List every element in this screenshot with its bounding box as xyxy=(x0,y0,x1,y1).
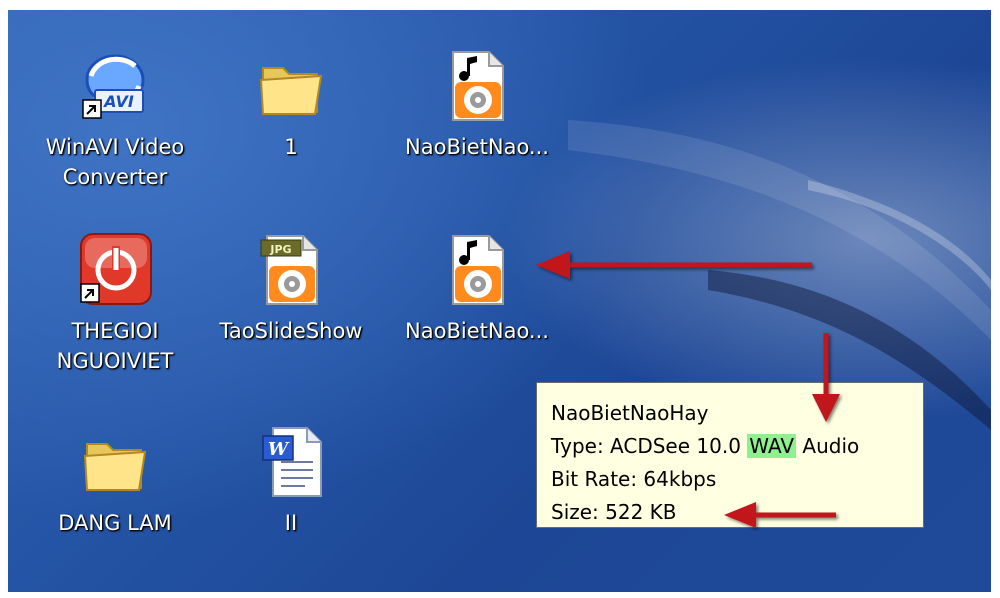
word-document-icon: W xyxy=(251,422,331,502)
icon-label-folder-1: 1 xyxy=(284,135,298,159)
icon-label-winavi: WinAVI Video Converter xyxy=(45,135,185,189)
jpg-file-icon: JPG xyxy=(251,230,331,310)
tooltip-filename: NaoBietNaoHay xyxy=(551,401,709,425)
tooltip-size: Size: 522 KB xyxy=(551,500,677,524)
tooltip-bitrate: Bit Rate: 64kbps xyxy=(551,467,717,491)
icon-label-thegioi: THEGIOI NGUOIVIET xyxy=(56,319,174,373)
svg-text:W: W xyxy=(268,439,290,460)
desktop-icon-taoslideshow[interactable]: JPG TaoSlideShow xyxy=(206,230,376,346)
desktop-icon-folder-1[interactable]: 1 xyxy=(206,46,376,162)
screenshot-frame: AVI WinAVI Video Converter 1 NaoBietNao.… xyxy=(0,0,1000,598)
tooltip-type-prefix: Type: ACDSee 10.0 xyxy=(551,434,748,458)
icon-label-taoslideshow: TaoSlideShow xyxy=(219,319,363,343)
audio-file-icon xyxy=(437,230,517,310)
tooltip-type-line: Type: ACDSee 10.0 WAV Audio xyxy=(551,430,911,463)
icon-label-dang-lam: DANG LAM xyxy=(58,511,172,535)
file-info-tooltip: NaoBietNaoHay Type: ACDSee 10.0 WAV Audi… xyxy=(536,382,924,528)
desktop-icon-dang-lam[interactable]: DANG LAM xyxy=(30,422,200,538)
icon-label-ii: II xyxy=(284,511,298,535)
desktop-icon-audio-2[interactable]: NaoBietNao... xyxy=(392,230,562,346)
svg-text:AVI: AVI xyxy=(102,92,134,111)
audio-file-icon xyxy=(437,46,517,126)
icon-label-audio-2: NaoBietNao... xyxy=(405,319,549,343)
desktop-icon-thegioi[interactable]: THEGIOI NGUOIVIET xyxy=(30,230,200,376)
desktop-icon-winavi[interactable]: AVI WinAVI Video Converter xyxy=(30,46,200,192)
desktop-icon-ii[interactable]: W II xyxy=(206,422,376,538)
desktop-icon-audio-1[interactable]: NaoBietNao... xyxy=(392,46,562,162)
tooltip-type-suffix: Audio xyxy=(796,434,860,458)
power-shortcut-icon xyxy=(75,230,155,310)
winavi-shortcut-icon: AVI xyxy=(75,46,155,126)
svg-text:JPG: JPG xyxy=(269,243,291,256)
folder-icon xyxy=(75,422,155,502)
icon-label-audio-1: NaoBietNao... xyxy=(405,135,549,159)
folder-icon xyxy=(251,46,331,126)
tooltip-type-highlight: WAV xyxy=(747,434,797,458)
